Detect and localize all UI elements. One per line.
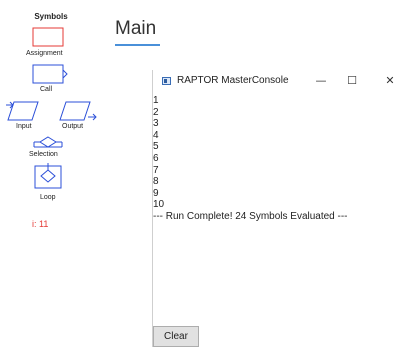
input-label: Input (16, 123, 32, 130)
master-console-window: RAPTOR MasterConsole — ☐ ✕ 1 2 3 4 5 6 7… (152, 70, 404, 347)
tab-main[interactable]: Main (115, 18, 156, 40)
console-line: 4 (153, 129, 159, 141)
close-button[interactable]: ✕ (379, 73, 401, 89)
console-title: RAPTOR MasterConsole (177, 75, 289, 86)
loop-label: Loop (40, 194, 56, 201)
output-symbol[interactable]: Output (52, 100, 102, 134)
minimize-button[interactable]: — (310, 73, 332, 89)
assignment-symbol[interactable]: Assignment (22, 26, 72, 62)
selection-diamond-icon (33, 136, 63, 148)
assignment-label: Assignment (26, 50, 63, 57)
console-output: 1 2 3 4 5 6 7 8 9 10 --- Run Complete! 2… (153, 95, 404, 223)
call-symbol[interactable]: Call (22, 63, 72, 97)
console-app-icon (162, 77, 171, 85)
selection-symbol[interactable]: Selection (22, 136, 72, 162)
console-line: 10 (153, 199, 165, 211)
console-line: 2 (153, 106, 159, 118)
clear-button[interactable]: Clear (153, 326, 199, 347)
console-line: 5 (153, 141, 159, 153)
call-label: Call (40, 86, 53, 93)
console-line: 8 (153, 176, 159, 188)
raptor-window: Symbols Assignment Call Input Output Sel… (0, 0, 404, 347)
selection-label: Selection (29, 151, 58, 158)
input-symbol[interactable]: Input (0, 100, 50, 134)
maximize-button[interactable]: ☐ (341, 73, 363, 89)
console-run-complete-line: --- Run Complete! 24 Symbols Evaluated -… (153, 210, 348, 222)
console-line: 6 (153, 152, 159, 164)
variable-readout: i: 11 (32, 219, 49, 229)
console-line: 1 (153, 95, 159, 106)
console-titlebar[interactable]: RAPTOR MasterConsole — ☐ ✕ (153, 70, 404, 92)
console-line: 7 (153, 164, 159, 176)
symbols-palette: Symbols Assignment Call Input Output Sel… (0, 0, 110, 347)
console-line: 9 (153, 187, 159, 199)
tab-main-underline (115, 44, 160, 46)
console-line: 3 (153, 118, 159, 130)
output-label: Output (62, 123, 84, 130)
palette-title: Symbols (34, 12, 68, 21)
loop-symbol[interactable]: Loop (22, 163, 72, 205)
